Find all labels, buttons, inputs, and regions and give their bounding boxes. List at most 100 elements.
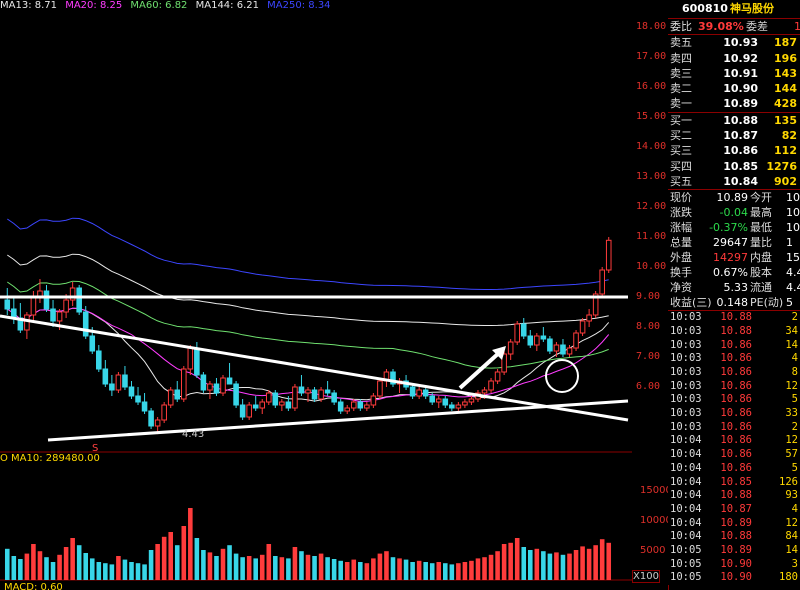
price-tick-label: 6.00 <box>636 381 661 392</box>
stat-value: 10 <box>786 221 800 235</box>
quote-panel: 600810 神马股份 委比 39.08% 委差 1 卖五 10.93 187 卖四… <box>668 0 800 586</box>
bid-price: 10.86 <box>723 144 758 158</box>
stat-label: 收益(三) <box>670 296 712 310</box>
candle-body <box>89 335 96 352</box>
volume-bar <box>514 538 520 580</box>
tick-list[interactable]: 10:03 10.88 2 10:03 10.88 34 10:03 10.86 14 10:03… <box>668 310 800 585</box>
candle-body <box>547 338 553 352</box>
tick-time: 10:03 <box>670 393 702 406</box>
ask-row: 卖二 10.90 144 <box>668 81 800 96</box>
tick-volume: 8 <box>791 366 798 379</box>
candle-body <box>331 392 337 403</box>
stat-value: 10 <box>786 206 800 220</box>
candle-body <box>540 335 547 340</box>
tick-price: 10.86 <box>720 338 752 351</box>
volume-bar <box>501 544 507 580</box>
tick-volume: 14 <box>785 338 798 351</box>
volume-bar <box>344 562 350 580</box>
volume-bar <box>554 552 559 580</box>
stat-value: 5.33 <box>723 281 749 295</box>
bid-row: 买三 10.86 112 <box>668 143 800 158</box>
volume-bar <box>122 559 128 580</box>
tick-volume: 5 <box>791 393 798 406</box>
tick-volume: 5 <box>791 461 798 474</box>
price-tick-label: 17.00 <box>636 51 667 62</box>
ask-price: 10.91 <box>723 66 758 80</box>
weibi-row: 委比 39.08% 委差 1 <box>668 19 800 34</box>
volume-bar <box>527 550 533 580</box>
volume-bar <box>580 546 585 580</box>
volume-bar <box>96 562 102 580</box>
tick-volume: 33 <box>785 407 798 420</box>
tick-time: 10:03 <box>670 420 702 433</box>
volume-bar <box>227 545 232 580</box>
tick-row: 10:04 10.89 12 <box>668 517 800 531</box>
stat-label: 量比 <box>750 236 772 250</box>
moving-average-line <box>7 217 609 290</box>
highlight-circle <box>545 359 579 393</box>
ask-volume: 187 <box>774 36 797 50</box>
volume-bar <box>403 559 409 580</box>
volume-bar <box>31 544 36 580</box>
volume-bar <box>266 544 272 580</box>
tick-volume: 3 <box>791 557 798 570</box>
stat-row: 换手 0.67%股本 4.4 <box>668 265 800 280</box>
volume-bar <box>377 553 383 580</box>
tick-row: 10:05 10.90 3 <box>668 558 800 572</box>
candle-body <box>560 344 566 355</box>
bid-volume: 112 <box>774 144 797 158</box>
candle-body <box>488 380 494 391</box>
price-tick-label: 16.00 <box>636 81 667 92</box>
candle-body <box>76 287 82 313</box>
volume-bar <box>521 547 527 580</box>
volume-bar <box>89 558 95 580</box>
tick-price: 10.90 <box>720 571 752 584</box>
price-axis: 18.00 17.00 16.00 15.00 14.00 13.00 12.00 11.00… <box>632 0 672 590</box>
tick-row: 10:04 10.88 84 <box>668 530 800 544</box>
candle-body <box>455 404 462 409</box>
tick-time: 10:03 <box>670 407 702 420</box>
volume-bar <box>312 556 317 580</box>
volume-bar <box>103 563 108 580</box>
tick-price: 10.86 <box>720 379 752 392</box>
bid-list: 买一 10.88 135 买二 10.87 82 买三 10.86 112 买四 10.85 1… <box>668 111 800 189</box>
ask-row: 卖五 10.93 187 <box>668 35 800 50</box>
candle-body <box>553 344 560 352</box>
volume-bar <box>63 547 69 580</box>
candle-body <box>429 395 436 403</box>
volume-bar <box>286 558 291 580</box>
low-price-label: 4.43 <box>182 429 204 440</box>
tick-volume: 126 <box>779 475 798 488</box>
volume-bar <box>371 558 376 580</box>
tick-row: 10:04 10.87 4 <box>668 503 800 517</box>
volume-bar <box>410 562 415 580</box>
volume-bar <box>456 563 461 580</box>
candle-body <box>573 332 579 349</box>
bid-label: 买二 <box>670 129 692 143</box>
bid-price: 10.85 <box>723 159 758 173</box>
candle-body <box>148 410 154 427</box>
tick-row: 10:03 10.86 2 <box>668 421 800 435</box>
volume-bar <box>547 553 553 580</box>
tick-time: 10:05 <box>670 543 702 556</box>
candle-body <box>605 239 612 271</box>
bid-price: 10.88 <box>723 113 758 127</box>
stat-label: 内盘 <box>750 251 772 265</box>
stat-value: 4.4 <box>786 281 800 295</box>
candle-body <box>468 398 475 403</box>
stat-value: 5 <box>786 296 793 310</box>
candle-body <box>311 389 318 400</box>
tick-price: 10.86 <box>720 352 752 365</box>
volume-bar <box>482 557 487 580</box>
volume-bar <box>155 544 160 580</box>
ask-label: 卖四 <box>670 51 692 65</box>
tick-time: 10:05 <box>670 557 702 570</box>
price-tick-label: 8.00 <box>636 321 661 332</box>
tick-price: 10.86 <box>720 393 752 406</box>
kline-chart[interactable]: 4.43 S O MA10: 289480.00 MACD: 0.60 <box>0 0 632 590</box>
candle-body <box>364 404 370 409</box>
tick-time: 10:03 <box>670 366 702 379</box>
candle-body <box>586 314 592 322</box>
stat-label: 最高 <box>750 206 772 220</box>
stock-name[interactable]: 神马股份 <box>730 0 774 18</box>
